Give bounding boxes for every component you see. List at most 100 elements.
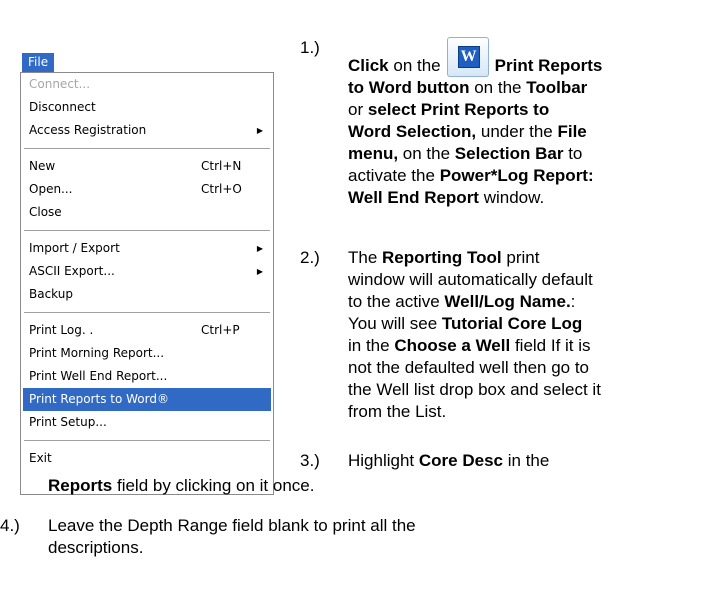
step-2-line: not the defaulted well then go to (348, 358, 590, 377)
text: : (570, 292, 576, 311)
step-1-line: activate the Power*Log Report: (348, 165, 709, 187)
step-2-line: from the List. (348, 402, 447, 421)
menu-item-shortcut: Ctrl+O (201, 182, 242, 196)
menu-separator (24, 148, 270, 149)
menu-item-label: Print Morning Report... (29, 346, 165, 360)
step-3-line: Highlight Core Desc in the (348, 450, 709, 472)
menu-item-shortcut: Ctrl+N (201, 159, 242, 173)
emphasis: Reporting Tool (382, 248, 502, 267)
step-1-line: or select Print Reports to (348, 99, 709, 121)
step-number: 2.) (300, 248, 320, 267)
menu-item-connect: Connect... (21, 73, 273, 96)
step-1: 1.) Click on the W Print Reports to Word b… (300, 27, 709, 242)
menu-item-print-log[interactable]: Print Log. . Ctrl+P (21, 319, 273, 342)
menu-item-print-well-end-report[interactable]: Print Well End Report... (21, 365, 273, 388)
submenu-arrow-icon: ▶ (256, 267, 263, 276)
menu-item-close[interactable]: Close (21, 201, 273, 224)
text: or (348, 100, 364, 119)
word-toolbar-icon: W (446, 37, 489, 77)
emphasis: Word Selection, (348, 122, 477, 141)
step-4: 4.) Leave the Depth Range field blank to… (0, 515, 709, 575)
menu-separator (24, 312, 270, 313)
text: activate the (348, 166, 435, 185)
menu-item-label: ASCII Export... (29, 264, 115, 278)
step-2: 2.) The Reporting Tool print window will… (300, 247, 709, 427)
emphasis: Power*Log Report: (439, 166, 594, 185)
text: to the active (348, 292, 440, 311)
emphasis: Well End Report (348, 188, 479, 207)
emphasis: File (557, 122, 587, 141)
menu-item-new[interactable]: New Ctrl+N (21, 155, 273, 178)
file-menu-dropdown: Connect... Disconnect Access Registratio… (20, 72, 274, 495)
text: in the (348, 336, 390, 355)
submenu-arrow-icon: ▶ (256, 244, 263, 253)
step-2-text: The Reporting Tool print window will aut… (348, 247, 709, 423)
menu-item-access-registration[interactable]: Access Registration ▶ (21, 119, 273, 142)
text: to (568, 144, 583, 163)
step-number: 1.) (300, 38, 320, 57)
menu-item-label: New (29, 159, 56, 173)
menu-item-label: Close (29, 205, 62, 219)
menu-item-label: Print Log. . (29, 323, 94, 337)
text: on the (393, 56, 441, 75)
menu-item-label: Import / Export (29, 241, 120, 255)
step-number: 3.) (300, 451, 320, 470)
submenu-arrow-icon: ▶ (256, 126, 263, 135)
emphasis: Core Desc (418, 451, 503, 470)
step-1-line: Click on the W Print Reports (348, 37, 709, 77)
step-1-line: to Word button on the Toolbar (348, 77, 709, 99)
text: under the (480, 122, 553, 141)
menu-item-label: Access Registration (29, 123, 147, 137)
step-1-text: Click on the W Print Reports to Word butto… (348, 37, 709, 209)
menu-item-label: Print Well End Report... (29, 369, 168, 383)
step-2-line: to the active Well/Log Name.: (348, 291, 709, 313)
step-4-line: descriptions. (48, 538, 144, 557)
menu-separator (24, 230, 270, 231)
menu-item-label: Connect... (29, 77, 91, 91)
text: on the (474, 78, 522, 97)
emphasis: Toolbar (526, 78, 588, 97)
step-number: 4.) (0, 516, 20, 535)
text: The (348, 248, 378, 267)
menu-item-print-reports-to-word[interactable]: Print Reports to Word® (23, 388, 271, 411)
menu-item-backup[interactable]: Backup (21, 283, 273, 306)
step-2-line: the Well list drop box and select it (348, 380, 601, 399)
text: print (506, 248, 540, 267)
emphasis: Click (348, 56, 389, 75)
word-icon-glyph: W (457, 46, 480, 68)
menu-item-label: Disconnect (29, 100, 96, 114)
menu-item-label: Open... (29, 182, 73, 196)
emphasis: select Print Reports to (367, 100, 550, 119)
file-menu-title[interactable]: File (22, 53, 55, 72)
emphasis: Tutorial Core Log (441, 314, 583, 333)
menu-item-open[interactable]: Open... Ctrl+O (21, 178, 273, 201)
step-4-text: Leave the Depth Range field blank to pri… (48, 515, 709, 559)
step-1-line: Well End Report window. (348, 187, 709, 209)
text: field by clicking on it once. (116, 476, 315, 495)
text: Highlight (348, 451, 415, 470)
step-2-line: You will see Tutorial Core Log (348, 313, 709, 335)
step-3: 3.) Highlight Core Desc in the Reports f… (0, 450, 709, 500)
emphasis: Well/Log Name. (444, 292, 571, 311)
menu-item-ascii-export[interactable]: ASCII Export... ▶ (21, 260, 273, 283)
menu-item-print-setup[interactable]: Print Setup... (21, 411, 273, 434)
emphasis: Print Reports (494, 56, 603, 75)
emphasis: Reports (48, 476, 113, 495)
menu-item-shortcut: Ctrl+P (201, 323, 240, 337)
emphasis: Selection Bar (454, 144, 564, 163)
menu-separator (24, 440, 270, 441)
step-3-line: Reports field by clicking on it once. (48, 475, 709, 497)
emphasis: Choose a Well (394, 336, 511, 355)
menu-item-print-morning-report[interactable]: Print Morning Report... (21, 342, 273, 365)
menu-item-disconnect[interactable]: Disconnect (21, 96, 273, 119)
menu-item-label: Backup (29, 287, 73, 301)
text: in the (507, 451, 550, 470)
text: You will see (348, 314, 438, 333)
text: window. (483, 188, 545, 207)
menu-item-label: Print Setup... (29, 415, 107, 429)
menu-item-import-export[interactable]: Import / Export ▶ (21, 237, 273, 260)
menu-item-label: Print Reports to Word® (29, 392, 169, 406)
emphasis: menu, (348, 144, 399, 163)
step-2-line: window will automatically default (348, 270, 593, 289)
emphasis: to Word button (348, 78, 470, 97)
